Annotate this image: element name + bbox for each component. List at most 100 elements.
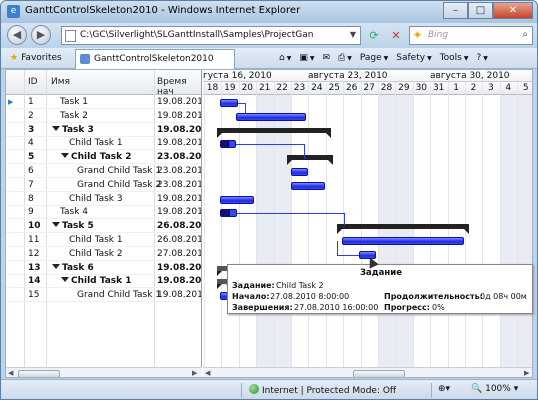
dependency-line [245, 103, 246, 113]
table-row[interactable]: 9 Task 4 19.08.2011 [6, 206, 201, 220]
cell-id: 3 [28, 124, 35, 135]
collapse-icon[interactable] [61, 153, 69, 159]
cell-id: 15 [28, 290, 40, 301]
maximize-button[interactable]: □ [468, 2, 493, 19]
task-bar[interactable] [220, 195, 254, 204]
scroll-right-icon[interactable]: ▶ [524, 369, 529, 377]
grid-header: ID Имя Время нач [6, 70, 201, 97]
timeline-days: 18 19 20 21 22 23 24 25 26 27 28 29 30 31 1 2 3 4 5 [203, 82, 532, 95]
table-row[interactable]: 14 Child Task 1 19.08.2011 [6, 275, 201, 289]
tooltip-task-value: Child Task 2 [276, 281, 324, 290]
table-row[interactable]: 2 Task 2 19.08.2011 [6, 110, 201, 123]
cell-start: 19.08.2011 [157, 207, 201, 218]
tooltip-start-value: 27.08.2010 8:00:00 [270, 292, 350, 301]
table-row[interactable]: ▶ 1 Task 1 19.08.2011 [6, 96, 201, 109]
address-dropdown-icon[interactable]: ▼ [350, 30, 356, 39]
day-label: 18 [206, 83, 219, 93]
minimize-button[interactable]: – [443, 2, 468, 19]
search-box[interactable]: ◈ Bing ⌕ [409, 26, 533, 45]
collapse-icon[interactable] [61, 277, 69, 283]
collapse-icon[interactable] [52, 125, 60, 131]
task-bar[interactable] [220, 140, 236, 149]
cell-start: 26.08.2011 [157, 235, 201, 245]
table-row[interactable]: 3 Task 3 19.08.2011 [6, 124, 201, 137]
tools-menu[interactable]: Tools ▼ [438, 50, 471, 67]
cell-name-text: Grand Child Task 1 [77, 166, 162, 176]
page-menu[interactable]: Page ▼ [358, 50, 390, 67]
tooltip-duration-value: 0д 08ч 00м [480, 292, 527, 301]
task-bar[interactable] [291, 168, 308, 176]
cell-start: 23.08.2011 [157, 152, 201, 163]
browser-tab[interactable]: GanttControlSkeleton2010 [75, 49, 235, 69]
print-icon[interactable]: ⎙ ▼ [336, 50, 354, 67]
favorites-button[interactable]: ★ Favorites [5, 50, 67, 67]
week-label: густа 16, 2010 [203, 71, 272, 81]
search-icon[interactable]: ⌕ [522, 29, 528, 40]
collapse-icon[interactable] [52, 222, 60, 228]
table-row[interactable]: 12 Child Task 2 27.08.2011 [6, 248, 201, 261]
collapse-icon[interactable] [52, 263, 60, 269]
table-row[interactable]: 4 Child Task 1 19.08.2011 [6, 137, 201, 151]
forward-button[interactable]: ▶ [31, 25, 51, 45]
page-icon [65, 30, 76, 42]
table-row[interactable]: 11 Child Task 1 26.08.2011 [6, 234, 201, 247]
grid-horizontal-scrollbar[interactable]: ◀ ▶ [6, 367, 202, 377]
task-bar[interactable] [220, 99, 238, 107]
zoom-icon: 🔍 [471, 384, 483, 394]
dependency-line [337, 254, 359, 256]
cell-start: 19.08.2011 [157, 262, 201, 273]
close-button[interactable]: ✕ [493, 2, 533, 19]
day-label: 1 [453, 83, 459, 93]
task-bar[interactable] [342, 237, 464, 245]
scroll-right-icon[interactable]: ▶ [192, 369, 197, 377]
table-row[interactable]: 13 Task 6 19.08.2011 [6, 262, 201, 275]
summary-bar[interactable] [337, 224, 469, 235]
refresh-icon[interactable]: ⟳ [363, 26, 385, 45]
task-bar[interactable] [291, 181, 325, 190]
scroll-left-icon[interactable]: ◀ [8, 369, 13, 377]
gantt-horizontal-scrollbar[interactable]: ◀ ▶ [203, 367, 532, 377]
day-label: 3 [488, 83, 494, 93]
mail-icon[interactable]: ✉ [320, 50, 332, 67]
help-icon[interactable]: ? ▼ [475, 50, 490, 67]
table-row[interactable]: 10 Task 5 26.08.2011 [6, 220, 201, 234]
table-row[interactable]: 7 Grand Child Task 223.08.2011 [6, 179, 201, 192]
scroll-thumb[interactable] [18, 370, 60, 377]
table-row[interactable]: 8 Child Task 3 19.08.2011 [6, 193, 201, 206]
task-bar[interactable] [220, 209, 237, 218]
feeds-icon[interactable]: ▣ ▼ [297, 50, 316, 67]
table-row[interactable]: 15 Grand Child Task 119.08.2011 [6, 289, 201, 303]
stop-icon[interactable]: ✕ [385, 26, 407, 45]
column-header-id[interactable]: ID [28, 77, 38, 87]
protected-mode-icon[interactable]: ⊕▾ [438, 384, 450, 394]
day-gridline [482, 82, 484, 367]
search-input[interactable]: Bing [428, 30, 448, 40]
column-header-name[interactable]: Имя [51, 77, 70, 87]
scroll-thumb[interactable] [353, 370, 405, 377]
zoom-control[interactable]: 🔍 100% ▾ [471, 384, 518, 394]
summary-bar[interactable] [217, 127, 331, 138]
back-button[interactable]: ◀ [7, 25, 27, 45]
cell-start: 19.08.2011 [157, 193, 201, 204]
summary-bar[interactable] [287, 155, 333, 166]
scroll-left-icon[interactable]: ◀ [205, 369, 210, 377]
task-bar[interactable] [236, 112, 306, 121]
address-bar[interactable]: C:\GC\Silverlight\SLGanttInstall\Samples… [61, 26, 361, 45]
security-zone[interactable]: Internet | Protected Mode: Off [249, 384, 396, 396]
day-gridline [204, 82, 205, 367]
column-header-start[interactable]: Время нач [157, 77, 201, 97]
cell-name: Task 5 [52, 221, 94, 231]
dependency-line [305, 158, 306, 160]
safety-menu[interactable]: Safety ▼ [394, 50, 433, 67]
week-label: августа 23, 2010 [308, 71, 388, 81]
tooltip-end-label: Завершения: [232, 303, 293, 312]
cell-name: Child Task 1 [61, 276, 132, 286]
home-icon[interactable]: ⌂ ▼ [277, 50, 293, 67]
task-tooltip: Задание Задание: Child Task 2 Начало: 27… [227, 264, 533, 314]
address-url[interactable]: C:\GC\Silverlight\SLGanttInstall\Samples… [80, 30, 342, 40]
cell-id: 1 [28, 97, 34, 107]
table-row[interactable]: 5 Child Task 2 23.08.2011 [6, 151, 201, 165]
table-row[interactable]: 6 Grand Child Task 123.08.2011 [6, 165, 201, 178]
title-bar: e GanttControlSkeleton2010 - Windows Int… [1, 1, 537, 23]
day-label: 29 [398, 83, 410, 93]
